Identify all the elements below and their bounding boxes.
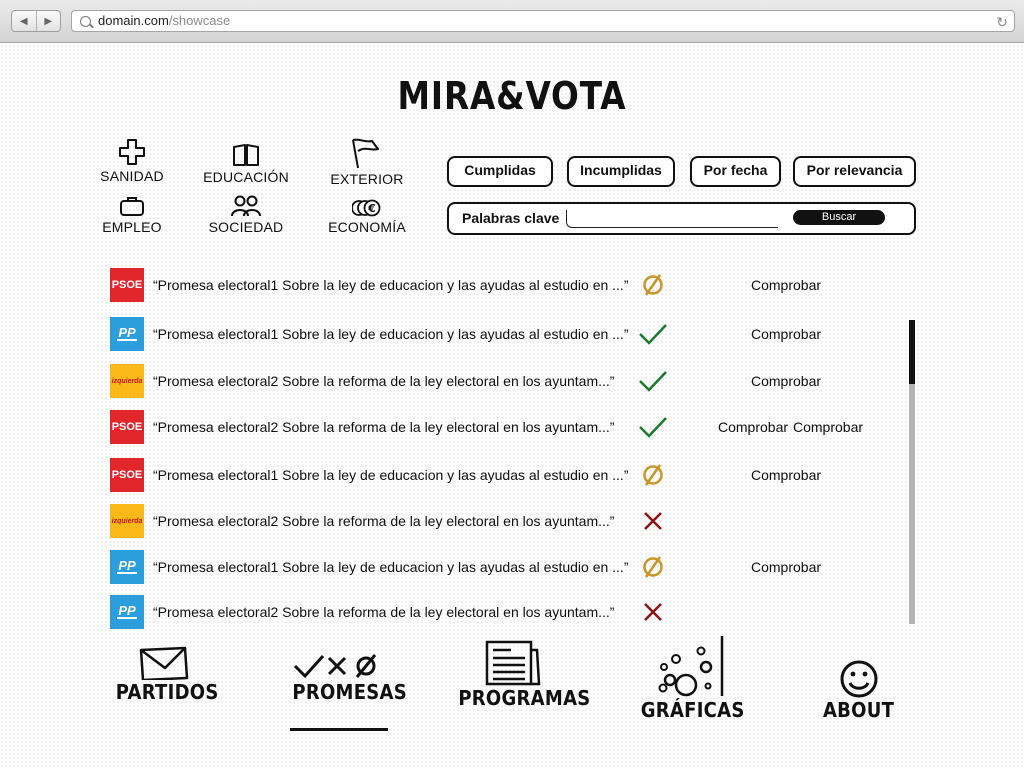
coins-icon: €: [352, 199, 381, 217]
url-domain: domain.com: [98, 13, 169, 28]
svg-text:€: €: [367, 202, 376, 215]
comprobar-link[interactable]: Comprobar: [751, 277, 821, 293]
category-sanidad[interactable]: SANIDAD: [72, 138, 192, 184]
search-label: Palabras clave: [462, 210, 560, 226]
promise-text[interactable]: “Promesa electoral2 Sobre la reforma de …: [153, 513, 614, 529]
history-buttons: ◀ ▶: [11, 10, 61, 32]
psoe-logo: PSOE: [110, 410, 144, 444]
briefcase-icon: [120, 197, 144, 216]
nav-programas[interactable]: PROGRAMAS: [451, 636, 590, 736]
cross-status-icon: [644, 512, 662, 530]
izquierda-logo: izquierda: [110, 364, 144, 398]
nav-label: PROMESAS: [292, 680, 407, 704]
nav-graficas[interactable]: GRÁFICAS: [635, 636, 744, 736]
comprobar-link[interactable]: Comprobar: [751, 559, 821, 575]
cross-status-icon: [644, 603, 662, 621]
list-item: PSOE “Promesa electoral1 Sobre la ley de…: [110, 268, 910, 302]
list-item: izquierda “Promesa electoral2 Sobre la r…: [110, 364, 910, 398]
promise-text[interactable]: “Promesa electoral1 Sobre la ley de educ…: [153, 559, 629, 575]
smiley-icon: [840, 660, 878, 698]
filter-por-fecha-button[interactable]: Por fecha: [690, 156, 781, 187]
book-icon: [233, 144, 259, 166]
flag-icon: [352, 138, 379, 169]
category-educacion[interactable]: EDUCACIÓN: [186, 143, 306, 185]
nav-label: PARTIDOS: [115, 680, 219, 704]
document-icon: [485, 640, 540, 686]
envelope-icon: [139, 646, 189, 680]
bubble-chart-icon: [658, 636, 724, 697]
forward-icon[interactable]: ▶: [37, 11, 61, 31]
pending-status-icon: [643, 556, 663, 578]
category-sociedad[interactable]: SOCIEDAD: [186, 195, 306, 235]
category-label: EXTERIOR: [330, 171, 404, 187]
promise-text[interactable]: “Promesa electoral1 Sobre la ley de educ…: [153, 277, 629, 293]
category-label: EDUCACIÓN: [203, 169, 289, 185]
search-input[interactable]: [566, 210, 778, 228]
category-label: SANIDAD: [100, 168, 164, 184]
promise-text[interactable]: “Promesa electoral2 Sobre la reforma de …: [153, 604, 614, 620]
comprobar-link[interactable]: Comprobar: [793, 419, 863, 435]
filter-incumplidas-button[interactable]: Incumplidas: [567, 156, 675, 187]
comprobar-link[interactable]: Comprobar: [718, 419, 788, 435]
nav-about[interactable]: ABOUT: [814, 636, 904, 736]
list-item: PP “Promesa electoral2 Sobre la reforma …: [110, 595, 910, 629]
pp-logo: PP: [110, 317, 144, 351]
list-item: PP “Promesa electoral1 Sobre la ley de e…: [110, 317, 910, 351]
browser-toolbar: ◀ ▶ domain.com/showcase ↻: [0, 0, 1024, 43]
category-label: ECONOMÍA: [328, 219, 406, 235]
category-exterior[interactable]: EXTERIOR: [307, 137, 427, 187]
promise-text[interactable]: “Promesa electoral1 Sobre la ley de educ…: [153, 467, 629, 483]
globe-icon: [80, 16, 91, 27]
pp-logo: PP: [110, 550, 144, 584]
promise-text[interactable]: “Promesa electoral2 Sobre la reforma de …: [153, 419, 614, 435]
active-nav-indicator: [290, 728, 388, 731]
back-icon[interactable]: ◀: [12, 11, 37, 31]
comprobar-link[interactable]: Comprobar: [751, 326, 821, 342]
scrollbar-thumb[interactable]: [909, 320, 915, 384]
filter-cumplidas-button[interactable]: Cumplidas: [447, 156, 553, 187]
check-status-icon: [639, 371, 667, 392]
reload-icon[interactable]: ↻: [996, 12, 1008, 32]
pending-status-icon: [643, 464, 663, 486]
izquierda-logo: izquierda: [110, 504, 144, 538]
plus-icon: [119, 139, 145, 165]
comprobar-link[interactable]: Comprobar: [751, 373, 821, 389]
check-status-icon: [639, 324, 667, 345]
search-button[interactable]: Buscar: [793, 210, 885, 225]
list-item: PSOE “Promesa electoral2 Sobre la reform…: [110, 410, 910, 444]
nav-partidos[interactable]: PARTIDOS: [110, 636, 220, 736]
keyword-search: Palabras clave Buscar: [447, 202, 916, 235]
category-label: SOCIEDAD: [208, 219, 284, 235]
list-item: PP “Promesa electoral1 Sobre la ley de e…: [110, 550, 910, 584]
category-economia[interactable]: € ECONOMÍA: [307, 199, 427, 235]
check-status-icon: [639, 417, 667, 438]
comprobar-link[interactable]: Comprobar: [751, 467, 821, 483]
list-item: izquierda “Promesa electoral2 Sobre la r…: [110, 504, 910, 538]
pending-status-icon: [643, 274, 663, 296]
nav-label: GRÁFICAS: [640, 698, 745, 722]
nav-label: PROGRAMAS: [458, 686, 591, 710]
category-label: EMPLEO: [102, 219, 162, 235]
site-logo[interactable]: MIRA&VOTA: [72, 74, 953, 118]
list-item: PSOE “Promesa electoral1 Sobre la ley de…: [110, 458, 910, 492]
address-bar[interactable]: domain.com/showcase ↻: [71, 10, 1015, 32]
check-cross-null-icon: [293, 654, 377, 679]
promise-text[interactable]: “Promesa electoral2 Sobre la reforma de …: [153, 373, 614, 389]
pp-logo: PP: [110, 595, 144, 629]
promise-text[interactable]: “Promesa electoral1 Sobre la ley de educ…: [153, 326, 629, 342]
url-path: /showcase: [168, 13, 231, 28]
people-icon: [231, 195, 261, 217]
psoe-logo: PSOE: [110, 458, 144, 492]
psoe-logo: PSOE: [110, 268, 144, 302]
nav-label: ABOUT: [823, 698, 895, 722]
category-empleo[interactable]: EMPLEO: [72, 195, 192, 235]
nav-promesas[interactable]: PROMESAS: [286, 636, 407, 736]
filter-por-relevancia-button[interactable]: Por relevancia: [793, 156, 916, 187]
